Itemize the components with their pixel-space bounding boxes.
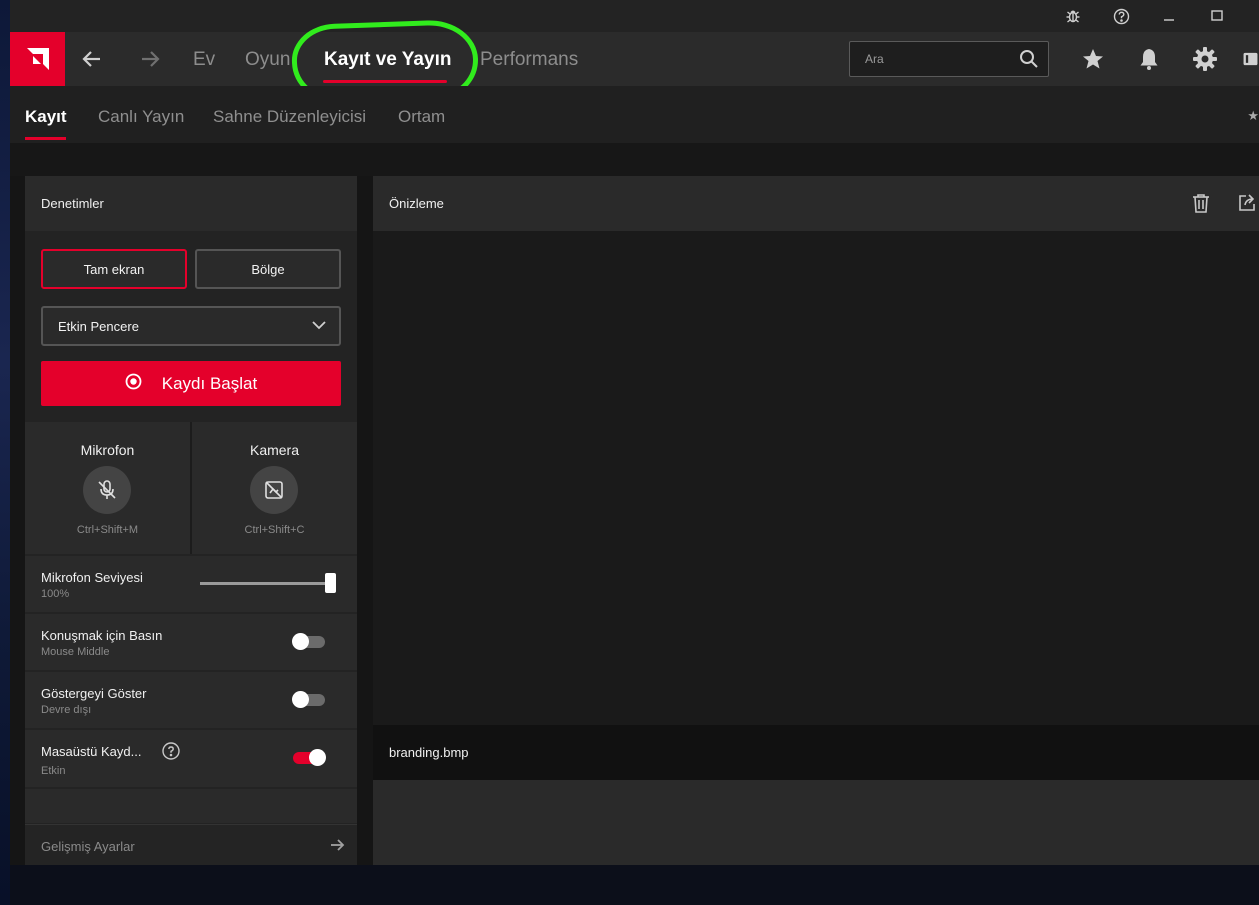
camera-section: Kamera Ctrl+Shift+C [192, 422, 357, 554]
mic-level-fill [200, 582, 325, 585]
amd-logo[interactable] [10, 32, 65, 86]
nav-link-games[interactable]: Oyun [245, 49, 290, 71]
camera-shortcut: Ctrl+Shift+C [244, 524, 305, 536]
title-bar [10, 0, 1259, 32]
forward-arrow-icon[interactable] [137, 46, 163, 72]
microphone-muted-icon [98, 480, 116, 499]
tab-media[interactable]: Ortam [398, 107, 445, 127]
fullscreen-button[interactable]: Tam ekran [41, 249, 187, 289]
nav-link-performance[interactable]: Performans [480, 49, 578, 71]
advanced-settings-link[interactable]: Gelişmiş Ayarlar [25, 824, 357, 865]
show-indicator-toggle[interactable] [292, 691, 325, 708]
arrow-right-icon [329, 837, 345, 858]
preview-header: Önizleme [373, 176, 1259, 231]
mic-level-title: Mikrofon Seviyesi [41, 570, 143, 585]
sidebar-toggle-icon[interactable] [1242, 46, 1259, 72]
tab-live-stream[interactable]: Canlı Yayın [98, 107, 184, 127]
controls-panel: Denetimler Tam ekran Bölge Etkin Pencere… [25, 176, 357, 865]
file-info-bar: branding.bmp [373, 725, 1259, 780]
controls-panel-title: Denetimler [25, 176, 357, 231]
push-to-talk-key: Mouse Middle [41, 646, 110, 658]
microphone-toggle-button[interactable] [83, 466, 131, 514]
mic-camera-row: Mikrofon Ctrl+Shift+M Kamera Ctrl+Shift+… [25, 422, 357, 554]
desktop-background [0, 0, 10, 905]
region-button[interactable]: Bölge [195, 249, 341, 289]
trash-icon[interactable] [1189, 191, 1213, 215]
desktop-record-row: Masaüstü Kayd... Etkin [25, 730, 357, 787]
camera-off-icon [265, 481, 283, 499]
question-circle-icon[interactable] [162, 742, 180, 760]
start-recording-label: Kaydı Başlat [161, 373, 258, 393]
app-window: Ev Oyun Kayıt ve Yayın Performans Ara Ka… [10, 0, 1259, 905]
tab-scene-editor[interactable]: Sahne Düzenleyicisi [213, 107, 366, 127]
preview-panel: Önizleme [373, 176, 1259, 725]
desktop-record-status: Etkin [41, 765, 66, 777]
pin-icon[interactable]: ★ [1247, 108, 1259, 124]
active-tab-underline [25, 137, 66, 140]
settings-gear-icon[interactable] [1192, 46, 1218, 72]
bug-report-icon[interactable] [1062, 6, 1084, 26]
share-icon[interactable] [1235, 191, 1259, 215]
maximize-icon[interactable] [1206, 6, 1228, 26]
file-list-area [373, 780, 1259, 865]
preview-title: Önizleme [389, 196, 444, 211]
sub-tab-bar: Kayıt Canlı Yayın Sahne Düzenleyicisi Or… [10, 86, 1259, 143]
advanced-settings-label: Gelişmiş Ayarlar [41, 839, 135, 854]
nav-link-home[interactable]: Ev [193, 49, 215, 71]
push-to-talk-title: Konuşmak için Basın [41, 628, 163, 643]
search-box[interactable] [849, 41, 1049, 77]
bottom-background [10, 865, 1259, 905]
show-indicator-status: Devre dışı [41, 704, 92, 716]
help-icon[interactable] [1110, 6, 1132, 26]
mic-level-thumb[interactable] [325, 573, 336, 593]
push-to-talk-row: Konuşmak için Basın Mouse Middle [25, 614, 357, 670]
background-strip [10, 143, 1259, 176]
mic-level-row: Mikrofon Seviyesi 100% [25, 556, 357, 612]
microphone-shortcut: Ctrl+Shift+M [76, 524, 139, 536]
chevron-down-icon [311, 317, 327, 336]
microphone-title: Mikrofon [80, 442, 135, 458]
show-indicator-title: Göstergeyi Göster [41, 686, 147, 701]
capture-source-dropdown[interactable]: Etkin Pencere [41, 306, 341, 346]
desktop-record-title: Masaüstü Kayd... [41, 744, 142, 759]
show-indicator-row: Göstergeyi Göster Devre dışı [25, 672, 357, 728]
push-to-talk-toggle[interactable] [292, 633, 325, 650]
search-icon[interactable] [1019, 49, 1039, 69]
empty-row [25, 789, 357, 823]
notifications-bell-icon[interactable] [1136, 46, 1162, 72]
main-nav-bar: Ev Oyun Kayıt ve Yayın Performans [10, 32, 1259, 86]
camera-title: Kamera [249, 442, 300, 458]
start-recording-button[interactable]: Kaydı Başlat [41, 361, 341, 406]
desktop-record-toggle[interactable] [293, 749, 326, 766]
minimize-icon[interactable] [1158, 6, 1180, 26]
back-arrow-icon[interactable] [79, 46, 105, 72]
microphone-section: Mikrofon Ctrl+Shift+M [25, 422, 190, 554]
camera-toggle-button[interactable] [250, 466, 298, 514]
tab-record[interactable]: Kayıt [25, 107, 67, 127]
mic-level-value: 100% [41, 588, 70, 600]
file-name: branding.bmp [389, 745, 469, 760]
mic-level-slider[interactable] [200, 573, 336, 593]
record-icon [125, 373, 142, 395]
search-input[interactable] [850, 42, 1010, 76]
capture-source-value: Etkin Pencere [58, 319, 139, 334]
favorites-star-icon[interactable] [1080, 46, 1106, 72]
